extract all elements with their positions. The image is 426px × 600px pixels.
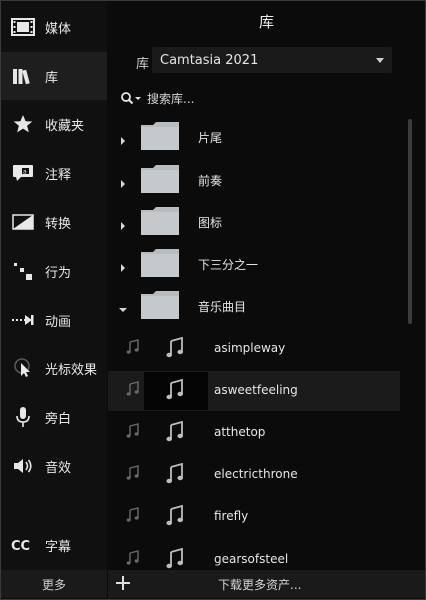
folder-label: 下三分之一 bbox=[198, 258, 259, 272]
chevron-right-icon[interactable] bbox=[118, 174, 128, 188]
folder-icon bbox=[140, 290, 180, 320]
sidebar-item-favorites[interactable]: 收藏夹 bbox=[1, 100, 107, 148]
track-label: firefly bbox=[214, 509, 249, 523]
search-icon[interactable] bbox=[120, 91, 142, 107]
sidebar-item-label: 音效 bbox=[45, 461, 72, 476]
more-button[interactable]: 更多 bbox=[1, 570, 107, 598]
behavior-icon bbox=[11, 260, 35, 282]
sidebar-item-animations[interactable]: 动画 bbox=[1, 296, 107, 344]
sidebar-item-voice-narration[interactable]: 旁白 bbox=[1, 393, 107, 441]
music-thumbnail-icon bbox=[166, 336, 184, 359]
folder-row[interactable]: 音乐曲目 bbox=[108, 286, 400, 326]
music-note-icon bbox=[126, 339, 140, 355]
sidebar-item-annotations[interactable]: a 注释 bbox=[1, 149, 107, 197]
chevron-down-icon[interactable] bbox=[118, 300, 128, 312]
sidebar-item-transitions[interactable]: 转换 bbox=[1, 198, 107, 246]
sidebar-item-label: 字幕 bbox=[45, 540, 72, 555]
closed-caption-icon: CC bbox=[11, 534, 35, 556]
star-icon bbox=[11, 113, 35, 135]
music-note-icon bbox=[126, 465, 140, 481]
search-bar bbox=[120, 89, 404, 109]
sidebar-item-audio-effects[interactable]: 音效 bbox=[1, 442, 107, 490]
transition-icon bbox=[11, 211, 35, 233]
track-row[interactable]: electricthrone bbox=[108, 455, 400, 495]
music-note-icon bbox=[126, 381, 140, 397]
music-thumbnail-icon bbox=[166, 420, 184, 443]
folder-row[interactable]: 下三分之一 bbox=[108, 244, 400, 284]
sidebar-item-behaviors[interactable]: 行为 bbox=[1, 247, 107, 295]
search-input[interactable] bbox=[147, 89, 402, 109]
sidebar-item-label: 收藏夹 bbox=[45, 119, 85, 134]
library-panel: 库 库 Camtasia 2021 片尾 前奏 图标 下三分之一 音乐曲目 bbox=[108, 1, 425, 598]
sidebar-item-label: 行为 bbox=[45, 266, 72, 281]
sidebar-item-label: 转换 bbox=[45, 217, 72, 232]
music-note-icon bbox=[126, 507, 140, 523]
folder-label: 图标 bbox=[198, 216, 223, 230]
track-row[interactable]: asimpleway bbox=[108, 329, 400, 369]
library-dropdown[interactable]: Camtasia 2021 bbox=[152, 47, 392, 73]
folder-row[interactable]: 片尾 bbox=[108, 117, 400, 157]
sidebar-item-label: 旁白 bbox=[45, 412, 72, 427]
folder-icon bbox=[140, 164, 180, 194]
music-note-icon bbox=[126, 423, 140, 439]
track-label: electricthrone bbox=[214, 467, 298, 481]
svg-text:CC: CC bbox=[11, 539, 30, 553]
download-more-assets-link[interactable]: 下载更多资产... bbox=[218, 576, 301, 593]
track-row[interactable]: atthetop bbox=[108, 413, 400, 453]
sidebar-item-cursor-effects[interactable]: 光标效果 bbox=[1, 344, 107, 392]
sidebar-item-label: 媒体 bbox=[45, 22, 72, 37]
music-thumbnail-icon bbox=[166, 504, 184, 527]
microphone-icon bbox=[11, 406, 35, 428]
track-row[interactable]: asweetfeeling bbox=[108, 371, 400, 411]
sidebar-item-label: 动画 bbox=[45, 315, 72, 330]
track-label: atthetop bbox=[214, 425, 266, 439]
music-note-icon bbox=[126, 550, 140, 566]
track-row[interactable]: firefly bbox=[108, 497, 400, 537]
music-thumbnail-icon bbox=[166, 462, 184, 485]
add-icon[interactable] bbox=[114, 574, 132, 592]
folder-row[interactable]: 前奏 bbox=[108, 160, 400, 200]
music-thumbnail-icon bbox=[166, 378, 184, 401]
folder-row[interactable]: 图标 bbox=[108, 202, 400, 242]
more-label: 更多 bbox=[41, 577, 66, 592]
svg-text:a: a bbox=[23, 169, 27, 176]
sidebar-item-label: 库 bbox=[45, 71, 59, 86]
film-strip-icon bbox=[11, 16, 35, 38]
scrollbar[interactable] bbox=[408, 119, 412, 324]
sidebar: 媒体 库 收藏夹 a 注释 转换 行为 动画 光标效果 旁白 音效 CC 字幕 bbox=[1, 1, 107, 570]
folder-label: 片尾 bbox=[198, 131, 223, 145]
folder-label: 前奏 bbox=[198, 174, 223, 188]
callout-annotation-icon: a bbox=[11, 162, 35, 184]
folder-label: 音乐曲目 bbox=[198, 300, 247, 314]
sidebar-item-label: 光标效果 bbox=[45, 363, 98, 378]
library-books-icon bbox=[11, 65, 35, 87]
folder-icon bbox=[140, 121, 180, 151]
library-label: 库 bbox=[136, 57, 150, 72]
chevron-right-icon[interactable] bbox=[118, 216, 128, 230]
track-label: gearsofsteel bbox=[214, 552, 289, 566]
panel-title: 库 bbox=[258, 13, 274, 31]
sidebar-item-library[interactable]: 库 bbox=[1, 52, 107, 100]
chevron-right-icon[interactable] bbox=[118, 258, 128, 272]
library-selected-value: Camtasia 2021 bbox=[160, 52, 259, 68]
speaker-icon bbox=[11, 455, 35, 477]
chevron-down-icon bbox=[376, 58, 384, 63]
bottom-bar: 下载更多资产... bbox=[108, 570, 425, 598]
folder-icon bbox=[140, 206, 180, 236]
sidebar-item-captions[interactable]: CC 字幕 bbox=[1, 521, 107, 569]
sidebar-item-label: 注释 bbox=[45, 168, 72, 183]
cursor-effect-icon bbox=[11, 357, 35, 379]
sidebar-item-media[interactable]: 媒体 bbox=[1, 3, 107, 51]
chevron-right-icon[interactable] bbox=[118, 131, 128, 145]
track-label: asweetfeeling bbox=[214, 383, 298, 397]
folder-icon bbox=[140, 248, 180, 278]
track-label: asimpleway bbox=[214, 341, 286, 355]
music-thumbnail-icon bbox=[166, 547, 184, 570]
animation-arrow-icon bbox=[11, 309, 35, 331]
